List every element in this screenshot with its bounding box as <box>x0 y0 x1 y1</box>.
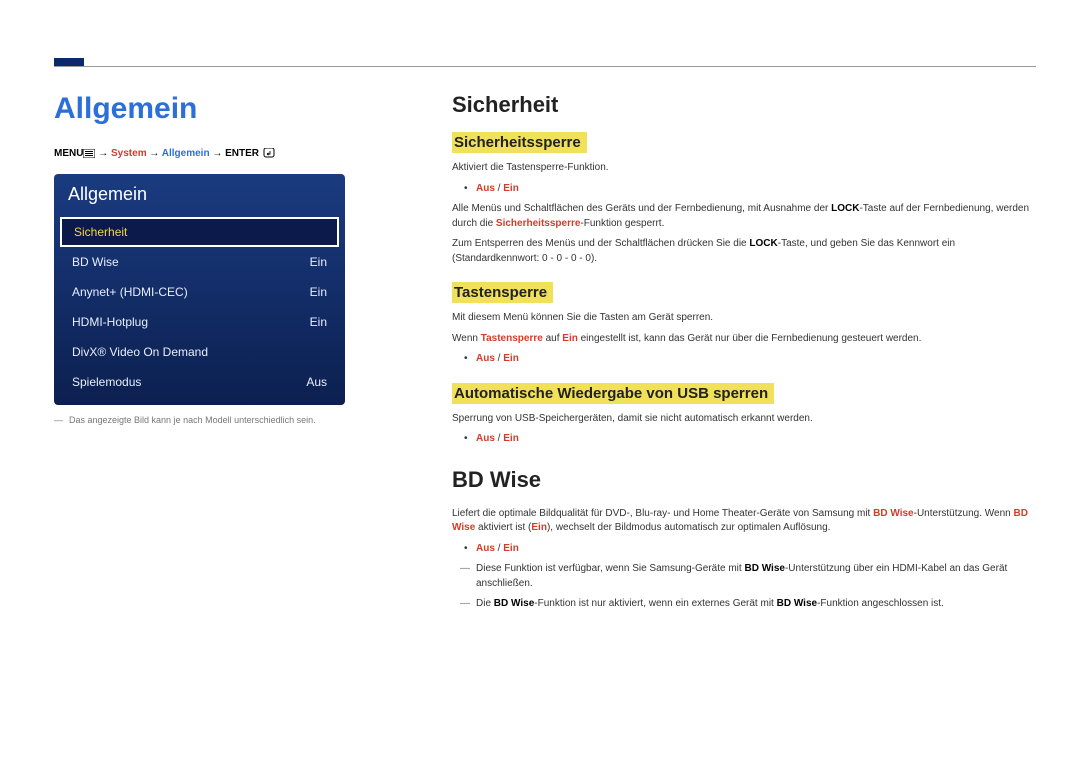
enter-icon <box>262 148 276 158</box>
left-footnote: ― Das angezeigte Bild kann je nach Model… <box>54 415 414 425</box>
page-content: Allgemein MENU → System → Allgemein → EN… <box>54 92 1036 618</box>
menu-item-label: HDMI-Hotplug <box>72 315 148 329</box>
opt-ein: Ein <box>503 543 519 554</box>
header-accent <box>54 58 84 66</box>
opt-slash: / <box>495 433 503 444</box>
menu-item-spielemodus[interactable]: Spielemodus Aus <box>54 367 345 397</box>
subheading-usb-sperren: Automatische Wiedergabe von USB sperren <box>452 383 774 404</box>
menu-item-divx[interactable]: DivX® Video On Demand <box>54 337 345 367</box>
left-column: Allgemein MENU → System → Allgemein → EN… <box>54 92 414 618</box>
menu-item-label: Sicherheit <box>74 225 127 239</box>
menu-panel-header: Allgemein <box>54 174 345 217</box>
footnote-dash-icon: ― <box>54 415 63 425</box>
subheading-tastensperre: Tastensperre <box>452 282 553 303</box>
menu-item-value: Aus <box>306 375 327 389</box>
menu-item-sicherheit[interactable]: Sicherheit <box>60 217 339 247</box>
opt-slash: / <box>495 543 503 554</box>
menu-icon <box>83 149 95 158</box>
opt-aus: Aus <box>476 353 495 364</box>
opt-aus: Aus <box>476 183 495 194</box>
option-list: Aus / Ein <box>452 352 1036 367</box>
menu-item-value: Ein <box>310 285 327 299</box>
menu-item-hdmi-hotplug[interactable]: HDMI-Hotplug Ein <box>54 307 345 337</box>
footnote-text: Diese Funktion ist verfügbar, wenn Sie S… <box>452 562 1036 591</box>
menu-item-label: Anynet+ (HDMI-CEC) <box>72 285 188 299</box>
opt-slash: / <box>495 183 503 194</box>
bc-arrow: → <box>210 148 226 159</box>
body-text: Liefert die optimale Bildqualität für DV… <box>452 507 1036 536</box>
heading-sicherheit: Sicherheit <box>452 92 1036 118</box>
menu-item-value: Ein <box>310 255 327 269</box>
menu-item-bdwise[interactable]: BD Wise Ein <box>54 247 345 277</box>
body-text: Mit diesem Menü können Sie die Tasten am… <box>452 311 1036 326</box>
footnote-text: Die BD Wise-Funktion ist nur aktiviert, … <box>452 597 1036 612</box>
body-text: Alle Menüs und Schaltflächen des Geräts … <box>452 202 1036 231</box>
option-list: Aus / Ein <box>452 182 1036 197</box>
bc-system: System <box>111 148 147 159</box>
bc-arrow: → <box>95 148 111 159</box>
bc-enter: ENTER <box>225 148 259 159</box>
bc-arrow: → <box>147 148 162 159</box>
body-text: Zum Entsperren des Menüs und der Schaltf… <box>452 237 1036 266</box>
menu-item-label: Spielemodus <box>72 375 141 389</box>
opt-ein: Ein <box>503 353 519 364</box>
opt-aus: Aus <box>476 543 495 554</box>
menu-item-anynet[interactable]: Anynet+ (HDMI-CEC) Ein <box>54 277 345 307</box>
bc-menu: MENU <box>54 148 83 159</box>
opt-aus: Aus <box>476 433 495 444</box>
opt-slash: / <box>495 353 503 364</box>
header-divider <box>54 66 1036 67</box>
opt-ein: Ein <box>503 183 519 194</box>
option-list: Aus / Ein <box>452 432 1036 447</box>
footnote-text: Das angezeigte Bild kann je nach Modell … <box>69 415 316 425</box>
bc-allgemein: Allgemein <box>162 148 210 159</box>
breadcrumb: MENU → System → Allgemein → ENTER <box>54 148 414 159</box>
option-list: Aus / Ein <box>452 542 1036 557</box>
menu-panel: Allgemein Sicherheit BD Wise Ein Anynet+… <box>54 174 345 405</box>
right-column: Sicherheit Sicherheitssperre Aktiviert d… <box>414 92 1036 618</box>
menu-item-label: DivX® Video On Demand <box>72 345 208 359</box>
page-title: Allgemein <box>54 92 414 126</box>
body-text: Aktiviert die Tastensperre-Funktion. <box>452 161 1036 176</box>
menu-item-value: Ein <box>310 315 327 329</box>
body-text: Sperrung von USB-Speichergeräten, damit … <box>452 412 1036 427</box>
opt-ein: Ein <box>503 433 519 444</box>
menu-item-label: BD Wise <box>72 255 119 269</box>
body-text: Wenn Tastensperre auf Ein eingestellt is… <box>452 332 1036 347</box>
subheading-sicherheitssperre: Sicherheitssperre <box>452 132 587 153</box>
heading-bdwise: BD Wise <box>452 467 1036 493</box>
